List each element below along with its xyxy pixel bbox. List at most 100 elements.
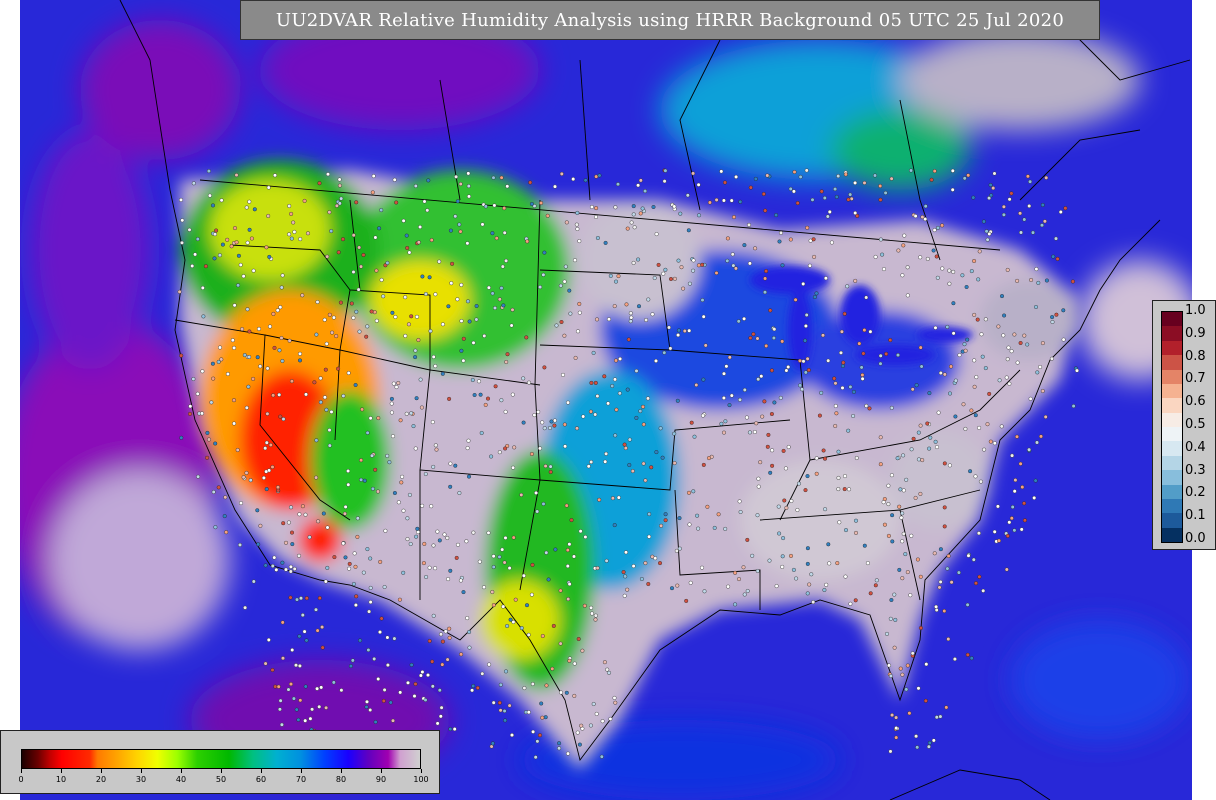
station-marker xyxy=(437,538,442,543)
station-marker xyxy=(280,560,285,565)
station-marker xyxy=(266,213,271,218)
station-marker xyxy=(403,333,408,338)
station-marker xyxy=(898,487,903,492)
station-marker xyxy=(1009,349,1014,354)
station-marker xyxy=(326,172,331,177)
station-marker xyxy=(464,539,469,544)
station-marker xyxy=(394,200,399,205)
rh-colorbar-tick-label: 100 xyxy=(413,775,429,784)
station-marker xyxy=(1071,404,1076,409)
station-marker xyxy=(416,530,421,535)
station-marker xyxy=(229,244,234,249)
station-marker xyxy=(977,574,982,579)
title-banner: UU2DVAR Relative Humidity Analysis using… xyxy=(240,0,1100,40)
station-marker xyxy=(325,565,330,570)
station-marker xyxy=(195,237,200,242)
station-marker xyxy=(788,186,793,191)
station-marker xyxy=(754,421,759,426)
station-marker xyxy=(191,181,196,186)
station-marker xyxy=(992,171,997,176)
station-marker xyxy=(805,546,810,551)
station-marker xyxy=(593,380,598,385)
station-marker xyxy=(834,411,839,416)
rh-colorbar-tickmark xyxy=(181,769,182,773)
station-marker xyxy=(770,448,775,453)
station-marker xyxy=(860,376,865,381)
station-marker xyxy=(738,199,743,204)
station-marker xyxy=(466,184,471,189)
station-marker xyxy=(612,304,617,309)
station-marker xyxy=(626,337,631,342)
station-marker xyxy=(280,273,285,278)
station-marker xyxy=(458,229,463,234)
station-marker xyxy=(1015,360,1020,365)
station-marker xyxy=(960,273,965,278)
observation-stations-layer xyxy=(177,168,1079,760)
station-marker xyxy=(449,281,454,286)
station-marker xyxy=(454,555,459,560)
station-marker xyxy=(742,592,747,597)
station-marker xyxy=(409,314,414,319)
station-marker xyxy=(723,180,728,185)
station-marker xyxy=(558,588,563,593)
station-marker xyxy=(540,420,545,425)
station-marker xyxy=(763,290,768,295)
station-marker xyxy=(289,379,294,384)
station-marker xyxy=(1018,211,1023,216)
station-marker xyxy=(608,273,613,278)
station-marker xyxy=(489,454,494,459)
station-marker xyxy=(878,353,883,358)
rh-colorbar-tick-label: 60 xyxy=(255,775,267,784)
station-marker xyxy=(368,600,373,605)
station-marker xyxy=(823,507,828,512)
station-marker xyxy=(594,206,599,211)
station-marker xyxy=(845,284,850,289)
station-marker xyxy=(945,324,950,329)
station-marker xyxy=(646,297,651,302)
station-marker xyxy=(643,189,648,194)
station-marker xyxy=(530,682,535,687)
station-marker xyxy=(894,735,899,740)
station-marker xyxy=(885,631,890,636)
station-marker xyxy=(848,384,853,389)
station-marker xyxy=(394,385,399,390)
station-marker xyxy=(418,224,423,229)
station-marker xyxy=(946,554,951,559)
station-marker xyxy=(701,377,706,382)
station-marker xyxy=(252,207,257,212)
station-marker xyxy=(783,466,788,471)
station-marker xyxy=(898,666,903,671)
station-marker xyxy=(691,268,696,273)
station-marker xyxy=(889,176,894,181)
station-marker xyxy=(972,358,977,363)
station-marker xyxy=(972,312,977,317)
station-marker xyxy=(794,576,799,581)
station-marker xyxy=(541,501,546,506)
station-marker xyxy=(1001,212,1006,217)
station-marker xyxy=(255,508,260,513)
station-marker xyxy=(1040,341,1045,346)
station-marker xyxy=(882,267,887,272)
station-marker xyxy=(572,693,577,698)
rh-colorbar-tickmark xyxy=(301,769,302,773)
station-marker xyxy=(364,334,369,339)
station-marker xyxy=(826,542,831,547)
station-marker xyxy=(676,328,681,333)
station-marker xyxy=(445,657,450,662)
station-marker xyxy=(942,609,947,614)
station-marker xyxy=(616,274,621,279)
station-marker xyxy=(211,376,216,381)
station-marker xyxy=(1018,461,1023,466)
station-marker xyxy=(392,636,397,641)
station-marker xyxy=(707,200,712,205)
station-marker xyxy=(327,443,332,448)
station-marker xyxy=(629,315,634,320)
station-marker xyxy=(636,257,641,262)
station-marker xyxy=(1022,217,1027,222)
station-marker xyxy=(467,474,472,479)
station-marker xyxy=(289,682,294,687)
station-marker xyxy=(814,291,819,296)
station-marker xyxy=(576,637,581,642)
station-marker xyxy=(491,565,496,570)
station-marker xyxy=(656,262,661,267)
